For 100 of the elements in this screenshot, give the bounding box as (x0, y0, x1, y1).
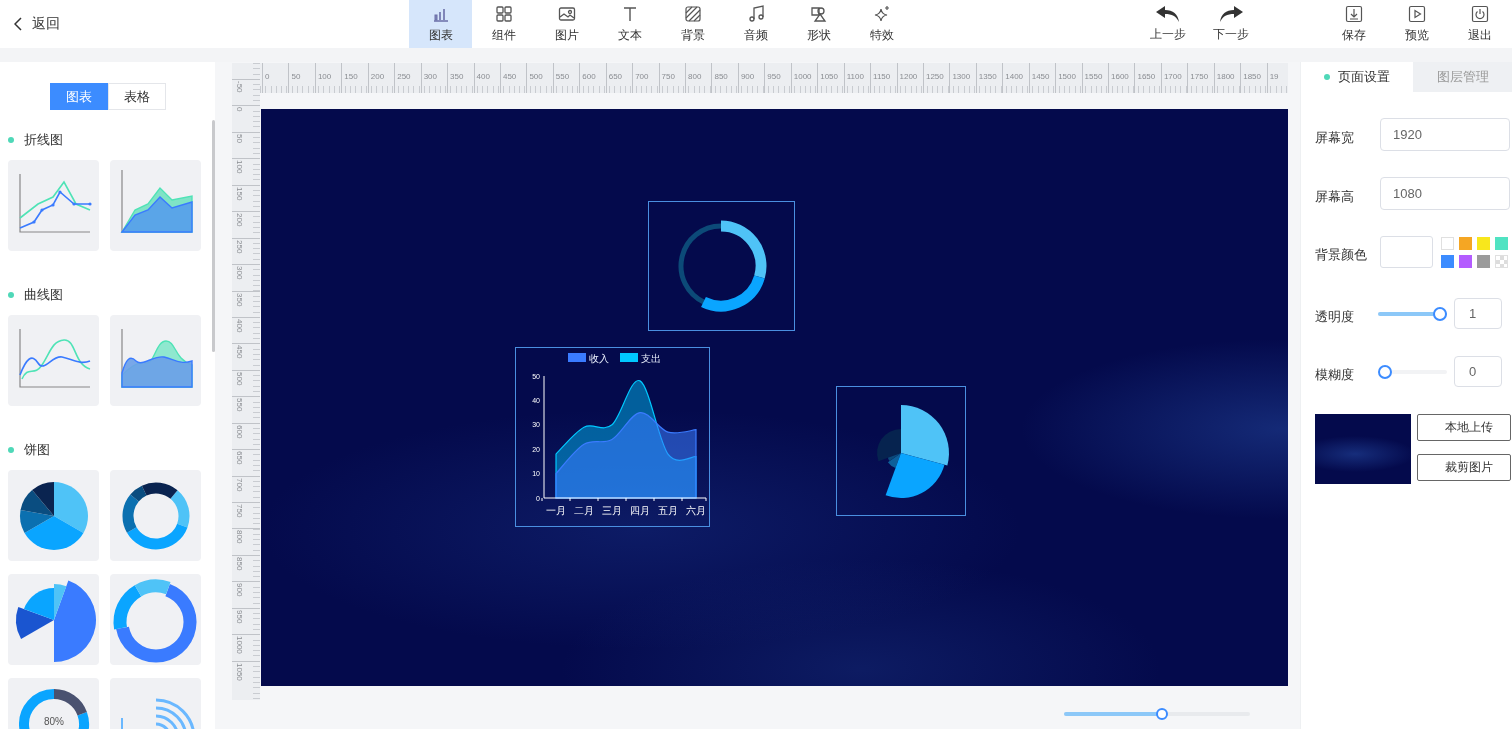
ruler-label: 450 (235, 344, 244, 361)
preview-button[interactable]: 预览 (1385, 0, 1449, 48)
gauge-chart-thumbnail[interactable]: 80% (8, 678, 99, 729)
chevron-left-icon (14, 17, 22, 31)
curve-chart-thumbnail[interactable] (8, 315, 99, 406)
ruler-label: 900 (740, 72, 755, 81)
ruler-label: 1550 (1084, 72, 1103, 81)
toolbar-button[interactable]: 文本 (598, 0, 662, 48)
toolbar-button[interactable]: 图片 (535, 0, 599, 48)
bullet-dot (8, 447, 14, 453)
number-field[interactable]: 0 (1454, 356, 1502, 387)
bullet-dot (8, 292, 14, 298)
axis-category-label: 一月 (546, 505, 566, 516)
donut-chart-thumbnail[interactable] (110, 470, 201, 561)
image-icon (557, 4, 576, 23)
ruler-label: 1200 (899, 72, 918, 81)
ruler-label: 1800 (1216, 72, 1235, 81)
ruler-label: 1750 (1190, 72, 1209, 81)
undo-arrow-icon (1154, 5, 1181, 23)
color-swatch[interactable] (1441, 254, 1454, 268)
ruler-label: 1100 (846, 72, 864, 81)
field-label: 屏幕宽 (1315, 128, 1355, 147)
ruler-label: 900 (235, 582, 244, 599)
ruler-label: 1050 (235, 661, 244, 683)
ruler-label: 750 (235, 503, 244, 520)
chart-widget-frame[interactable] (648, 201, 795, 331)
ruler-label: 400 (476, 72, 490, 81)
ruler-label: 300 (235, 265, 244, 282)
ruler-label: 600 (235, 423, 244, 441)
slider-thumb[interactable] (1378, 364, 1392, 379)
ruler-label: 1150 (873, 72, 891, 81)
redo-button[interactable]: 下一步 (1206, 0, 1256, 48)
toolbar-button[interactable]: 特效 (850, 0, 914, 48)
undo-button[interactable]: 上一步 (1143, 0, 1193, 48)
bullet-dot (8, 137, 14, 143)
ruler-label: 750 (661, 72, 675, 81)
color-picker-field[interactable] (1380, 236, 1433, 268)
axis-category-label: 三月 (602, 505, 622, 516)
input-field[interactable]: 1920 (1380, 118, 1510, 151)
ruler-label: 1400 (1005, 72, 1024, 81)
number-field[interactable]: 1 (1454, 298, 1502, 329)
axis-category-label: 六月 (686, 505, 706, 516)
toolbar-button[interactable]: 组件 (472, 0, 536, 48)
ruler-label: 250 (235, 238, 244, 256)
back-button[interactable]: 返回 (0, 0, 60, 48)
legend-label: 收入 (589, 353, 609, 364)
ruler-label: 950 (235, 608, 244, 626)
ring-chart-thumbnail[interactable] (110, 574, 201, 665)
ruler-label: 250 (397, 72, 411, 81)
exit-button[interactable]: 退出 (1448, 0, 1512, 48)
ruler-label: 1300 (952, 72, 971, 81)
active-dot (1324, 74, 1330, 80)
chart-widget-frame[interactable] (836, 386, 966, 516)
color-swatch[interactable] (1495, 236, 1508, 250)
save-button[interactable]: 保存 (1322, 0, 1386, 48)
slider[interactable] (1378, 364, 1447, 379)
shapes-icon (810, 4, 829, 23)
legend-label: 支出 (641, 353, 661, 364)
input-field[interactable]: 1080 (1380, 177, 1510, 210)
ruler-label: 650 (235, 450, 244, 467)
panel-tab[interactable]: 表格 (107, 83, 166, 110)
ruler-label: 1250 (925, 72, 944, 81)
ruler-label: 850 (235, 555, 244, 573)
axis-category-label: 五月 (658, 505, 678, 516)
section-title: 折线图 (24, 131, 63, 149)
color-swatch[interactable] (1459, 236, 1472, 250)
color-swatch[interactable] (1441, 236, 1454, 250)
ruler-label: 300 (423, 72, 437, 81)
curve-area-thumbnail[interactable] (110, 315, 201, 406)
ruler-label: 1700 (1163, 72, 1182, 81)
slider-thumb[interactable] (1156, 708, 1169, 720)
ruler-label: 0 (265, 72, 270, 81)
rose-chart-thumbnail[interactable] (8, 574, 99, 665)
ruler-label: 950 (767, 72, 781, 81)
ruler-label: 500 (529, 72, 543, 81)
ruler-label: 600 (582, 72, 596, 81)
toolbar-button[interactable]: 背景 (661, 0, 725, 48)
toolbar-button[interactable]: 音频 (724, 0, 788, 48)
color-swatch[interactable] (1477, 254, 1490, 268)
upload-button[interactable]: 本地上传 (1417, 414, 1511, 441)
transparent-swatch[interactable] (1495, 254, 1508, 268)
area-chart-thumbnail[interactable] (110, 160, 201, 251)
color-swatch[interactable] (1477, 236, 1490, 250)
line-chart-thumbnail[interactable] (8, 160, 99, 251)
section-title: 饼图 (24, 441, 50, 459)
ruler-label: 1650 (1137, 72, 1156, 81)
slider-thumb[interactable] (1433, 306, 1447, 321)
scrollbar-thumb[interactable] (212, 120, 215, 352)
color-swatch[interactable] (1459, 254, 1472, 268)
field-label: 屏幕高 (1315, 187, 1355, 206)
toolbar-button[interactable]: 形状 (787, 0, 851, 48)
crop-button[interactable]: 裁剪图片 (1417, 454, 1511, 481)
zoom-slider[interactable] (1064, 708, 1250, 720)
field-label: 背景颜色 (1315, 246, 1368, 264)
slider[interactable] (1378, 306, 1447, 321)
toolbar-button[interactable]: 图表 (409, 0, 473, 48)
pie-chart-thumbnail[interactable] (8, 470, 99, 561)
ruler-label: 200 (370, 72, 385, 81)
ruler-label: -50 (235, 80, 244, 95)
ruler-label: 400 (235, 317, 244, 335)
